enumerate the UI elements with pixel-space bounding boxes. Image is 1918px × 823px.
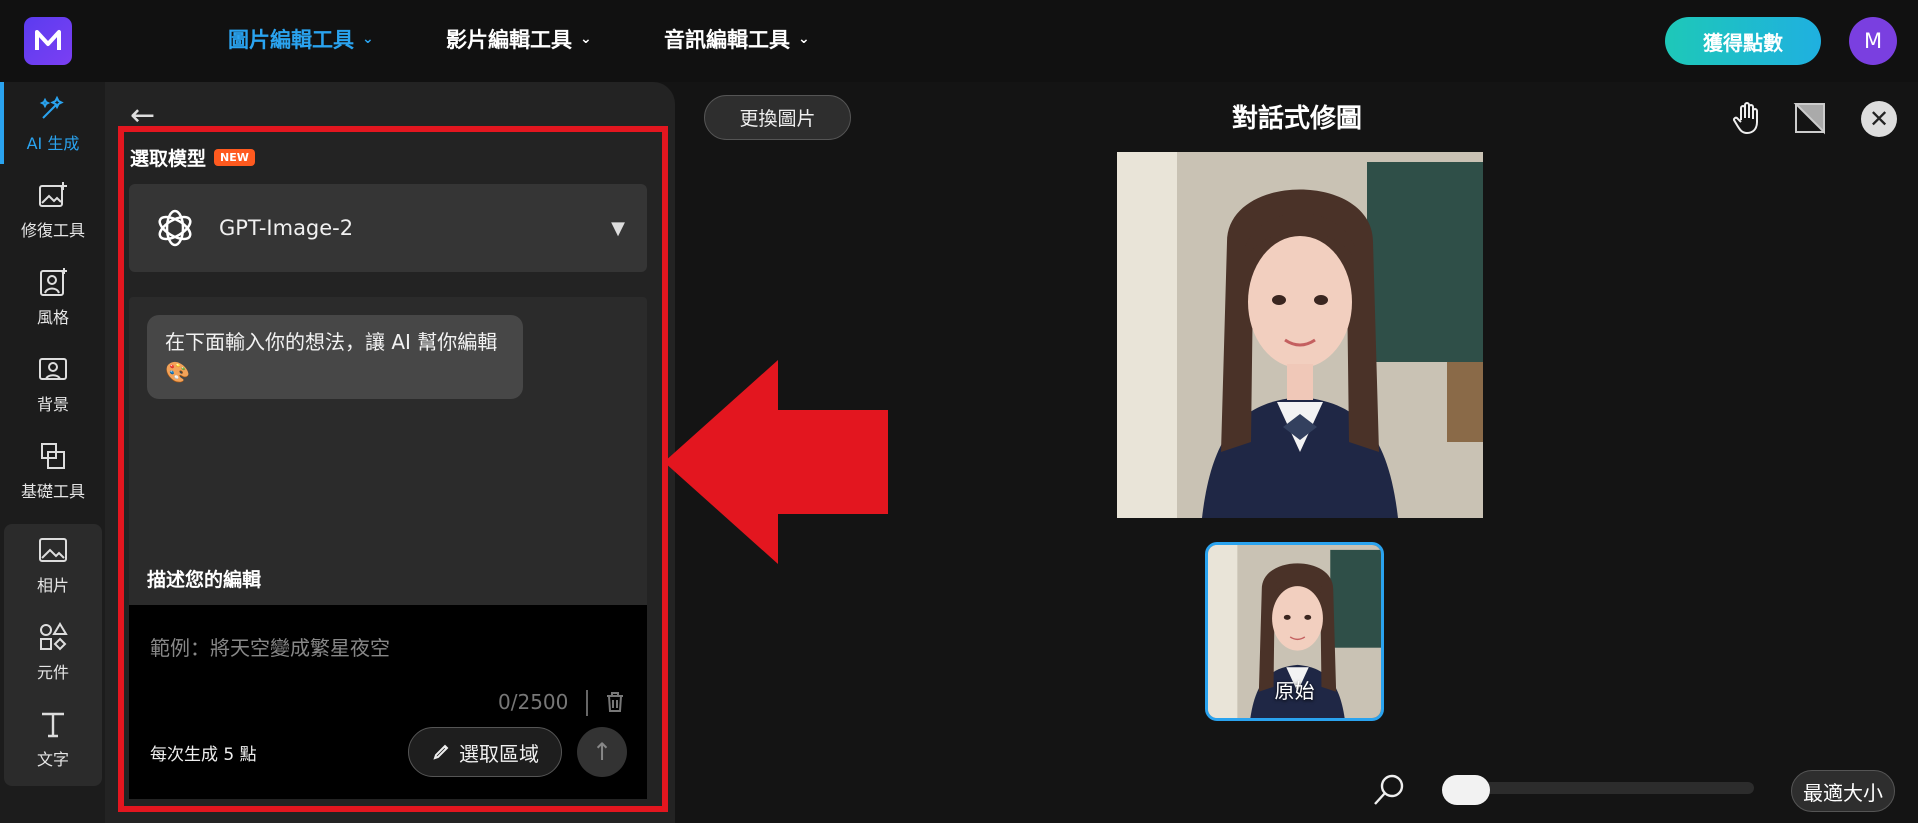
- close-button[interactable]: ✕: [1861, 101, 1897, 137]
- rail-item-label: 背景: [36, 395, 69, 414]
- nav-video-tools[interactable]: 影片編輯工具 ⌄: [446, 24, 592, 54]
- chevron-down-icon: ⌄: [798, 31, 810, 47]
- zoom-slider-handle[interactable]: [1442, 775, 1490, 805]
- get-points-button[interactable]: 獲得點數: [1665, 17, 1821, 65]
- highlight-frame: [118, 126, 668, 812]
- compare-split-icon[interactable]: [1793, 100, 1829, 136]
- rail-item-background[interactable]: 背景: [4, 343, 102, 425]
- logo-icon: [35, 30, 61, 50]
- photo-icon: [39, 538, 67, 562]
- rail-item-text[interactable]: 文字: [4, 698, 102, 780]
- rail-item-label: 風格: [36, 308, 69, 327]
- thumbnail-label: 原始: [1274, 679, 1315, 703]
- nav-image-tools[interactable]: 圖片編輯工具 ⌄: [228, 24, 374, 54]
- nav-image-tools-label: 圖片編輯工具: [228, 28, 354, 52]
- rail-item-label: AI 生成: [26, 134, 80, 153]
- original-thumbnail[interactable]: 原始: [1205, 542, 1384, 721]
- rail-item-label: 基礎工具: [20, 482, 85, 501]
- nav-audio-tools[interactable]: 音訊編輯工具 ⌄: [664, 24, 810, 54]
- shapes-icon: [40, 622, 68, 651]
- background-icon: [39, 358, 67, 380]
- nav-audio-tools-label: 音訊編輯工具: [664, 28, 790, 52]
- rail-item-label: 元件: [36, 663, 69, 682]
- rail-item-label: 修復工具: [20, 221, 85, 240]
- portrait-image: [1117, 152, 1483, 518]
- rail-item-elements[interactable]: 元件: [4, 611, 102, 693]
- chevron-down-icon: ⌄: [362, 31, 374, 47]
- top-navigation-bar: 圖片編輯工具 ⌄ 影片編輯工具 ⌄ 音訊編輯工具 ⌄ 獲得點數 M: [0, 0, 1918, 82]
- rail-item-ai-generate[interactable]: AI 生成: [0, 82, 102, 164]
- crop-icon: [41, 443, 65, 469]
- rail-item-label: 文字: [36, 750, 69, 769]
- rail-item-repair-tools[interactable]: 修復工具: [4, 169, 102, 251]
- chevron-down-icon: ⌄: [580, 31, 592, 47]
- avatar[interactable]: M: [1849, 17, 1897, 65]
- left-tool-rail: AI 生成 修復工具 風格 背景 基礎工具 相片 元件 文字: [0, 82, 105, 823]
- edited-photo-preview: [1117, 152, 1483, 518]
- rail-item-label: 相片: [36, 576, 69, 595]
- hand-pan-icon[interactable]: [1729, 100, 1765, 136]
- search-icon[interactable]: [1372, 773, 1406, 807]
- portrait-style-icon: [40, 268, 67, 296]
- magic-wand-icon: [39, 95, 64, 119]
- red-arrow-annotation: [664, 360, 888, 564]
- rail-item-basic-tools[interactable]: 基礎工具: [4, 430, 102, 512]
- fit-to-screen-button[interactable]: 最適大小: [1791, 770, 1895, 812]
- close-icon: ✕: [1868, 105, 1890, 133]
- rail-active-indicator: [0, 82, 4, 164]
- rail-item-style[interactable]: 風格: [4, 256, 102, 338]
- canvas-title: 對話式修圖: [1232, 104, 1363, 134]
- text-icon: [42, 712, 64, 738]
- replace-image-button[interactable]: 更換圖片: [704, 95, 851, 140]
- app-logo[interactable]: [24, 17, 72, 65]
- nav-video-tools-label: 影片編輯工具: [446, 28, 572, 52]
- image-enhance-icon: [39, 182, 67, 207]
- rail-item-photos[interactable]: 相片: [4, 524, 102, 606]
